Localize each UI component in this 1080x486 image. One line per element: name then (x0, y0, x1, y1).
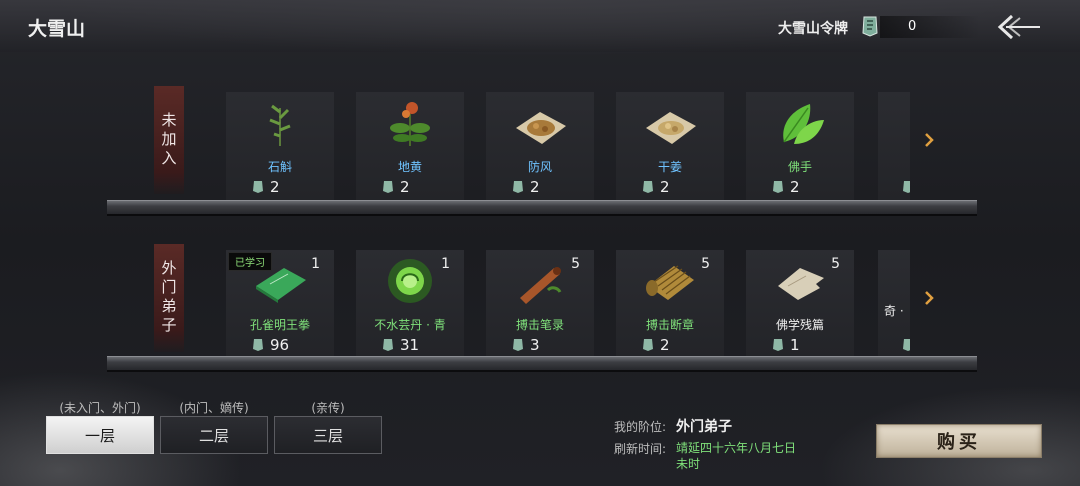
token-count-box (880, 16, 980, 38)
item-quantity: 5 (831, 256, 840, 272)
row-label-text: 外门弟子 (159, 260, 178, 336)
torn-page-icon (778, 268, 824, 300)
item-name: 不水芸丹 · 青 (374, 318, 446, 332)
item-name: 搏击断章 (645, 318, 694, 332)
row-label-not-joined: 未加入 (154, 86, 184, 194)
tab-floor-3[interactable]: 三层 (274, 416, 382, 454)
token-icon (903, 339, 910, 351)
item-price: 1 (790, 336, 800, 354)
item-name: 孔雀明王拳 (249, 318, 310, 332)
item-price: 2 (790, 178, 800, 196)
shelf-divider (107, 200, 977, 216)
back-arrow-icon[interactable] (996, 12, 1042, 42)
green-pill-orb-icon (388, 259, 432, 303)
shop-item[interactable]: 佛手 2 (746, 92, 854, 200)
token-icon (383, 181, 393, 193)
item-price: 2 (660, 178, 670, 196)
shelf-divider (107, 356, 977, 372)
item-price: 2 (270, 178, 280, 196)
token-icon (862, 16, 878, 37)
shop-item[interactable]: 5 佛学残篇 1 (746, 250, 854, 358)
token-icon (253, 181, 263, 193)
item-name: 地黄 (397, 160, 422, 174)
shop-item-partial[interactable]: 奇 · (878, 250, 910, 358)
item-name: 防风 (527, 160, 552, 174)
item-quantity: 5 (701, 256, 710, 272)
herb-sprig-icon (269, 104, 291, 146)
scroll-roll-icon (520, 267, 562, 304)
token-label: 大雪山令牌 (778, 21, 848, 37)
token-icon (773, 181, 783, 193)
item-price: 2 (660, 336, 670, 354)
item-price: 2 (400, 178, 410, 196)
green-leaves-icon (783, 104, 824, 144)
token-icon (773, 339, 783, 351)
token-icon (513, 181, 523, 193)
row-label-outer-disciple: 外门弟子 (154, 244, 184, 352)
chevron-right-icon[interactable] (924, 133, 934, 147)
shop-item[interactable]: 地黄 2 (356, 92, 464, 200)
shop-item[interactable]: 1 不水芸丹 · 青 31 (356, 250, 464, 358)
dried-ginger-pile-icon (646, 112, 696, 144)
token-count: 0 (908, 19, 917, 34)
item-name-partial: 奇 · (884, 304, 904, 318)
chevron-right-icon[interactable] (924, 291, 934, 305)
refresh-value: 靖延四十六年八月七日未时 (676, 441, 797, 471)
row-label-text: 未加入 (159, 111, 178, 169)
shop-item[interactable]: 干姜 2 (616, 92, 724, 200)
item-name: 佛学残篇 (775, 318, 824, 332)
item-name: 搏击笔录 (515, 318, 564, 332)
buy-button[interactable]: 购买 (876, 424, 1042, 458)
item-name: 干姜 (657, 160, 682, 174)
shop-item[interactable]: 已学习 1 孔雀明王拳 96 (226, 250, 334, 358)
item-quantity: 5 (571, 256, 580, 272)
herb-flower-icon (390, 102, 430, 146)
page-title: 大雪山 (28, 18, 86, 40)
token-icon (253, 339, 263, 351)
shop-item[interactable]: 5 搏击笔录 3 (486, 250, 594, 358)
rank-value: 外门弟子 (676, 419, 732, 435)
item-price: 96 (270, 336, 290, 354)
rank-label: 我的阶位: (614, 420, 667, 434)
token-icon (513, 339, 523, 351)
token-icon (383, 339, 393, 351)
token-icon (903, 181, 910, 193)
refresh-label: 刷新时间: (614, 442, 667, 456)
item-price: 2 (530, 178, 540, 196)
item-name: 石斛 (267, 160, 292, 174)
green-book-icon (256, 268, 306, 303)
shop-item[interactable]: 防风 2 (486, 92, 594, 200)
item-price: 3 (530, 336, 540, 354)
shop-item[interactable]: 5 搏击断章 2 (616, 250, 724, 358)
token-icon (643, 339, 653, 351)
item-quantity: 1 (441, 256, 450, 272)
shop-item-partial[interactable] (878, 92, 910, 200)
tab-caption: (亲传) (311, 401, 345, 415)
item-quantity: 1 (311, 256, 320, 272)
tab-caption: (未入门、外门) (59, 401, 141, 415)
item-price: 31 (400, 336, 420, 354)
bamboo-scroll-icon (646, 265, 694, 300)
token-icon (643, 181, 653, 193)
item-name: 佛手 (787, 160, 812, 174)
tab-caption: (内门、嫡传) (179, 401, 249, 415)
tab-floor-2[interactable]: 二层 (160, 416, 268, 454)
tab-floor-1[interactable]: 一层 (46, 416, 154, 454)
dried-herb-pile-icon (516, 112, 566, 144)
shop-item[interactable]: 石斛 2 (226, 92, 334, 200)
